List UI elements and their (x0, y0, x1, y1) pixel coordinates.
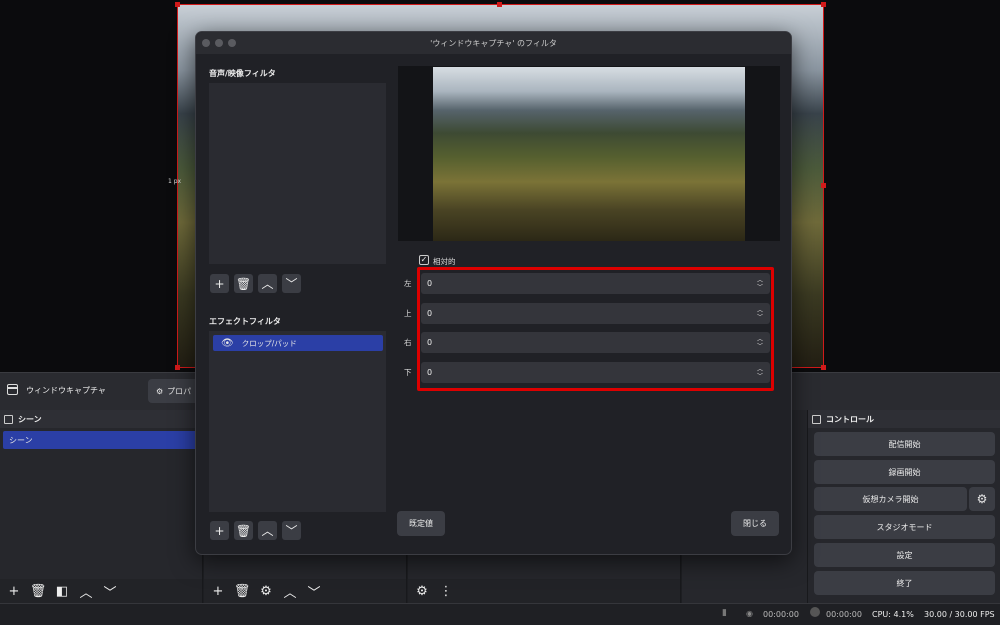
move-down-button[interactable]: ﹀ (282, 521, 301, 540)
dialog-title-bar[interactable]: 'ウィンドウキャプチャ' のフィルタ (196, 32, 791, 54)
stream-time: 00:00:00 (763, 610, 799, 619)
crop-left-input[interactable]: 0 ︿ ﹀ (421, 273, 770, 294)
resize-handle[interactable] (175, 2, 180, 7)
close-button[interactable]: 閉じる (731, 511, 779, 536)
trash-icon[interactable]: 🗑 (29, 582, 47, 600)
signal-icon: ▮ (722, 608, 727, 618)
add-source-button[interactable]: + (209, 582, 227, 600)
selected-source-name: ウィンドウキャプチャ (26, 386, 106, 395)
crop-top-input[interactable]: 0 ︿ ﹀ (421, 303, 770, 324)
move-up-button[interactable]: ︿ (281, 582, 299, 601)
trash-icon[interactable]: 🗑 (234, 521, 253, 540)
stream-icon: ◉ (746, 609, 753, 618)
audio-video-filters-label: 音声/映像フィルタ (209, 69, 276, 78)
resize-handle[interactable] (175, 365, 180, 370)
stepper-arrows-icon[interactable]: ︿ ﹀ (754, 275, 766, 292)
move-down-button[interactable]: ﹀ (282, 274, 301, 293)
filter-preview (398, 66, 780, 241)
crop-right-input[interactable]: 0 ︿ ﹀ (421, 332, 770, 353)
close-window-icon[interactable] (202, 39, 210, 47)
relative-checkbox-label: 相対的 (433, 257, 456, 266)
add-filter-button[interactable]: + (210, 521, 229, 540)
move-up-button[interactable]: ︿ (258, 274, 277, 293)
trash-icon[interactable]: 🗑 (234, 274, 253, 293)
properties-button-label: プロパ (167, 386, 192, 396)
edge-distance-label: 1 px (168, 178, 182, 185)
relative-checkbox[interactable]: ✓ (419, 255, 429, 265)
effect-filter-list[interactable] (209, 331, 386, 512)
stepper-arrows-icon[interactable]: ︿ ﹀ (754, 334, 766, 351)
move-up-button[interactable]: ︿ (77, 582, 95, 601)
resize-handle[interactable] (821, 2, 826, 7)
stepper-arrows-icon[interactable]: ︿ ﹀ (754, 305, 766, 322)
settings-button[interactable]: 設定 (814, 543, 995, 567)
window-icon (7, 384, 18, 395)
controls-dock: コントロール 配信開始 録画開始 仮想カメラ開始 ⚙ スタジオモード 設定 終了 (808, 410, 1000, 603)
filter-preview-image (433, 67, 745, 241)
advanced-audio-gear-icon[interactable]: ⚙ (413, 582, 431, 600)
start-recording-button[interactable]: 録画開始 (814, 460, 995, 484)
cpu-usage: CPU: 4.1% (872, 610, 914, 619)
move-down-button[interactable]: ﹀ (101, 582, 119, 601)
effect-filter-name: クロップ/パッド (241, 338, 297, 348)
effect-filters-label: エフェクトフィルタ (209, 317, 281, 326)
audio-video-filter-list[interactable] (209, 83, 386, 264)
minimize-window-icon[interactable] (215, 39, 223, 47)
exit-button[interactable]: 終了 (814, 571, 995, 595)
effect-filter-item[interactable]: 👁 クロップ/パッド (213, 335, 383, 351)
add-filter-button[interactable]: + (210, 274, 229, 293)
fps-display: 30.00 / 30.00 FPS (924, 610, 995, 619)
filters-dialog: 'ウィンドウキャプチャ' のフィルタ 音声/映像フィルタ + 🗑 ︿ ﹀ エフェ… (195, 31, 792, 555)
record-icon (810, 607, 820, 617)
gear-icon: ⚙ (156, 386, 164, 396)
studio-mode-button[interactable]: スタジオモード (814, 515, 995, 539)
crop-bottom-input[interactable]: 0 ︿ ﹀ (421, 362, 770, 383)
eye-icon[interactable]: 👁 (221, 338, 234, 349)
dock-icon (812, 414, 821, 424)
move-up-button[interactable]: ︿ (258, 521, 277, 540)
resize-handle[interactable] (821, 365, 826, 370)
virtual-camera-gear-icon[interactable]: ⚙ (969, 487, 995, 511)
stepper-arrows-icon[interactable]: ︿ ﹀ (754, 364, 766, 381)
defaults-button[interactable]: 既定値 (397, 511, 445, 536)
crop-left-label: 左 (404, 279, 412, 288)
crop-top-label: 上 (404, 309, 412, 318)
gear-icon[interactable]: ⚙ (257, 582, 275, 600)
resize-handle[interactable] (497, 2, 502, 7)
crop-bottom-label: 下 (404, 368, 412, 377)
zoom-window-icon[interactable] (228, 39, 236, 47)
more-options-icon[interactable]: ⋮ (437, 582, 455, 600)
scenes-dock: シーン シーン + 🗑 ◧ ︿ ﹀ (0, 410, 203, 603)
start-virtual-camera-button[interactable]: 仮想カメラ開始 (814, 487, 967, 511)
move-down-button[interactable]: ﹀ (305, 582, 323, 601)
filter-icon[interactable]: ◧ (53, 582, 71, 600)
add-scene-button[interactable]: + (5, 582, 23, 600)
scene-list-item[interactable]: シーン (3, 431, 200, 449)
resize-handle[interactable] (821, 183, 826, 188)
trash-icon[interactable]: 🗑 (233, 582, 251, 600)
scenes-dock-title: シーン (18, 414, 42, 424)
start-streaming-button[interactable]: 配信開始 (814, 432, 995, 456)
record-time: 00:00:00 (826, 610, 862, 619)
crop-right-label: 右 (404, 338, 412, 347)
dock-icon (4, 414, 13, 424)
dialog-title: 'ウィンドウキャプチャ' のフィルタ (430, 38, 557, 48)
controls-dock-title: コントロール (826, 414, 874, 424)
